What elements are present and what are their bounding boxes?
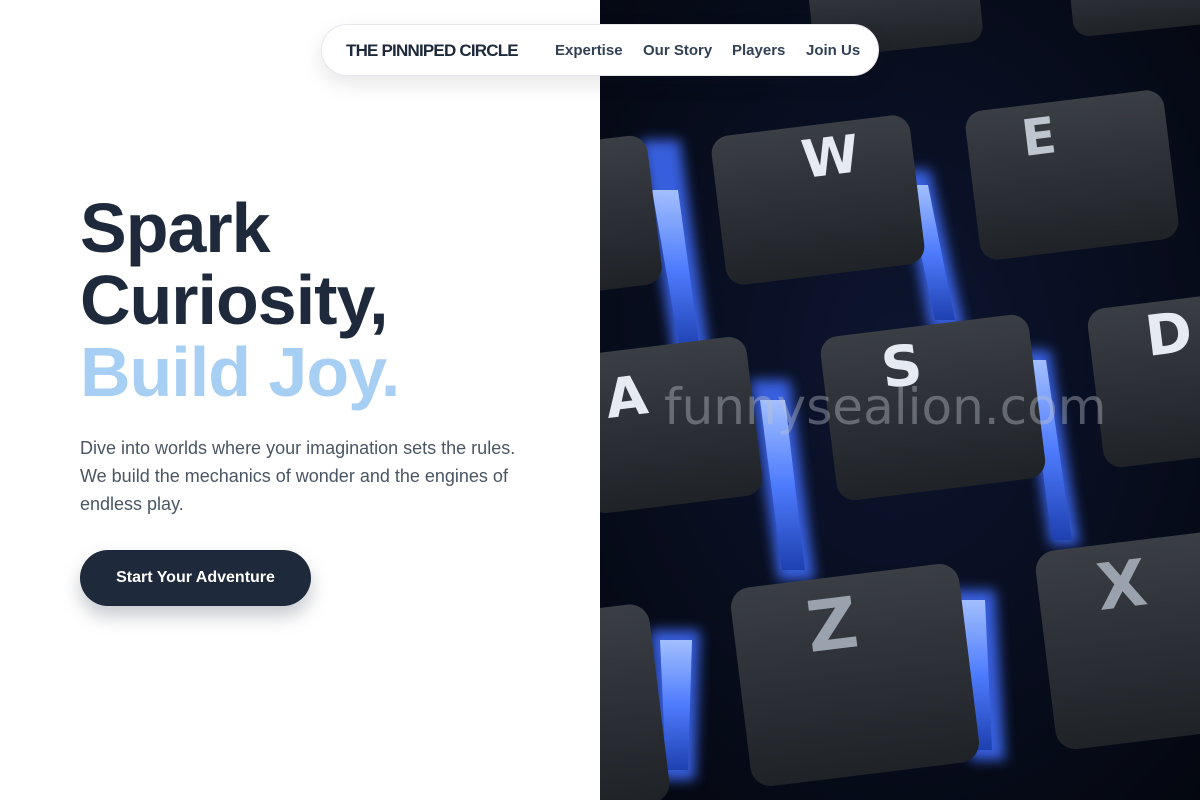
- start-adventure-button[interactable]: Start Your Adventure: [80, 550, 311, 606]
- hero-title-line-1: Spark: [80, 189, 271, 267]
- hero-description: Dive into worlds where your imagination …: [80, 438, 516, 514]
- brand-logo[interactable]: THE PINNIPED CIRCLE: [346, 41, 519, 61]
- hero-title-accent: Build Joy.: [80, 333, 400, 411]
- hero-heading: Spark Curiosity, Build Joy.: [80, 189, 400, 411]
- nav-link-players[interactable]: Players: [732, 42, 785, 59]
- nav-link-expertise[interactable]: Expertise: [555, 42, 623, 59]
- key-e-label: E: [1018, 106, 1059, 168]
- top-navigation: THE PINNIPED CIRCLE Expertise Our Story …: [321, 24, 879, 76]
- key-a-label: A: [602, 363, 651, 431]
- nav-link-our-story[interactable]: Our Story: [643, 42, 712, 59]
- nav-link-join-us[interactable]: Join Us: [806, 42, 860, 59]
- key-x-label: X: [1093, 546, 1151, 625]
- key-d-label: D: [1142, 300, 1196, 370]
- key-z-label: Z: [802, 581, 862, 669]
- key-w-label: W: [798, 124, 862, 191]
- hero-title-line-2: Curiosity,: [80, 261, 389, 339]
- watermark-text: funnysealion.com: [664, 378, 1107, 436]
- page: W E A S D Z X funnysealion.com THE PINNI…: [0, 0, 1200, 800]
